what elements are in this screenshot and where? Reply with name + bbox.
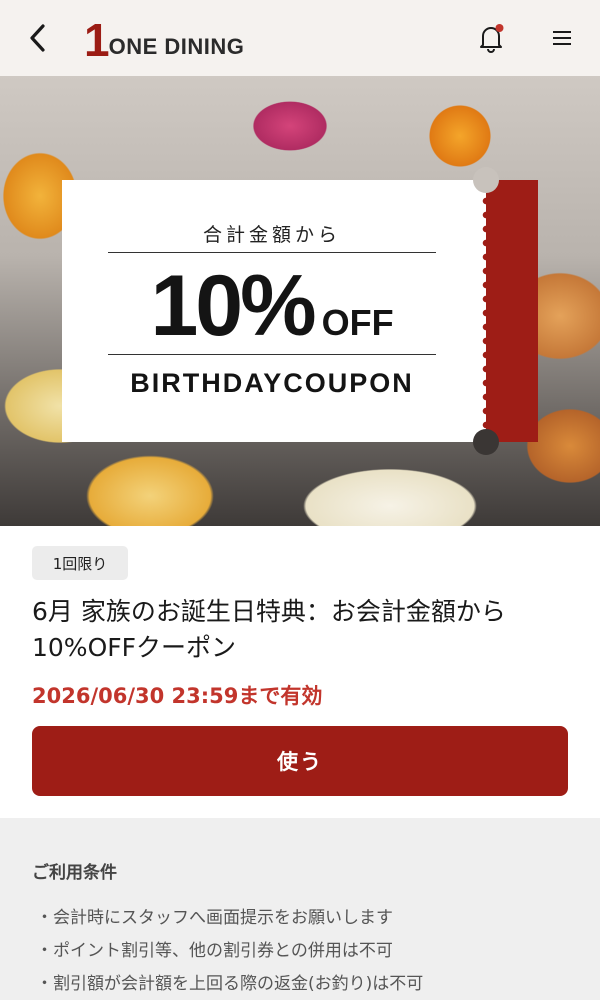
coupon-perforation xyxy=(479,180,493,442)
logo-mark: 1 xyxy=(84,14,110,66)
divider xyxy=(108,354,436,355)
off-label: OFF xyxy=(321,302,394,343)
terms-heading: ご利用条件 xyxy=(32,863,117,883)
chevron-left-icon xyxy=(30,24,45,52)
usage-limit-badge: 1回限り xyxy=(32,546,128,580)
coupon-subtitle: 合計金額から xyxy=(202,224,341,246)
app-header: 1 ONE DINING xyxy=(0,0,600,76)
coupon-notch xyxy=(473,167,499,193)
divider xyxy=(108,252,436,253)
coupon-notch xyxy=(473,429,499,455)
terms-item: ポイント割引等、他の割引券との併用は不可 xyxy=(36,935,423,968)
coupon-discount: 10% OFF xyxy=(62,260,482,352)
hamburger-menu-icon xyxy=(553,31,571,45)
coupon-stub xyxy=(486,180,538,442)
menu-button[interactable] xyxy=(546,22,578,54)
bell-icon xyxy=(480,24,504,53)
terms-list: 会計時にスタッフへ画面提示をお願いします ポイント割引等、他の割引券との併用は不… xyxy=(36,902,423,1000)
terms-section: ご利用条件 会計時にスタッフへ画面提示をお願いします ポイント割引等、他の割引券… xyxy=(0,818,600,1000)
coupon-hero-image: 合計金額から 10% OFF BIRTHDAYCOUPON xyxy=(0,76,600,526)
coupon-card: 合計金額から 10% OFF BIRTHDAYCOUPON xyxy=(62,180,486,442)
expiry-text: 2026/06/30 23:59まで有効 xyxy=(32,684,323,708)
terms-item: 会計時にスタッフへ画面提示をお願いします xyxy=(36,902,423,935)
terms-item: 割引額が会計額を上回る際の返金(お釣り)は不可 xyxy=(36,968,423,1000)
notification-button[interactable] xyxy=(474,20,508,56)
use-coupon-button[interactable]: 使う xyxy=(32,726,568,796)
notification-dot xyxy=(495,24,504,32)
back-button[interactable] xyxy=(22,20,54,56)
discount-value: 10% xyxy=(150,258,316,354)
brand-logo[interactable]: 1 ONE DINING xyxy=(84,14,245,66)
coupon-title: 6月 家族のお誕生日特典：お会計金額から10%OFFクーポン xyxy=(32,597,506,662)
coupon-type-label: BIRTHDAYCOUPON xyxy=(130,368,414,398)
logo-text: ONE DINING xyxy=(108,34,245,59)
